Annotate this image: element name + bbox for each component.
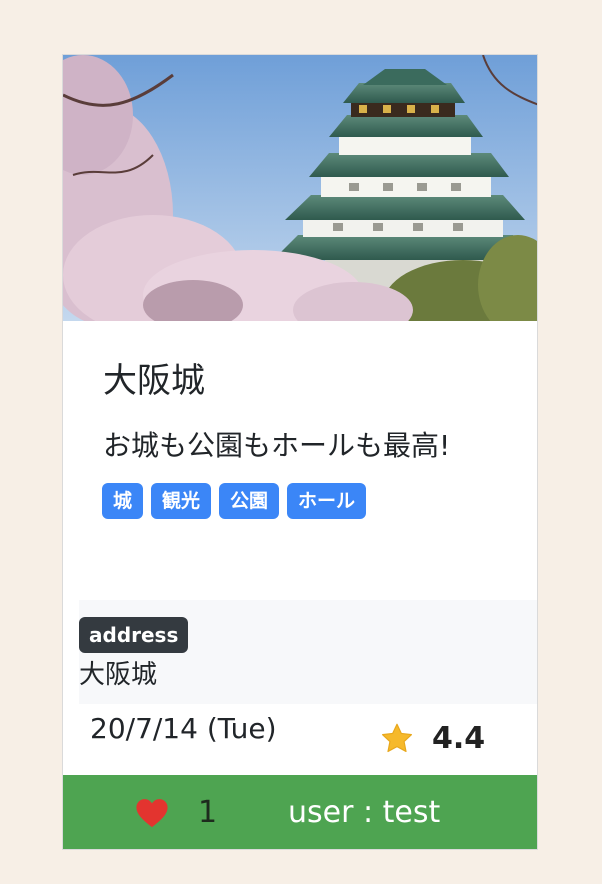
card-footer: 1 user : test xyxy=(63,775,537,849)
tag-badge[interactable]: 城 xyxy=(102,483,144,519)
author-user: user : test xyxy=(288,795,441,830)
star-icon xyxy=(382,723,412,753)
spot-card[interactable]: 大阪城 お城も公園もホールも最高! 城 観光 公園 ホール address 大阪… xyxy=(62,54,538,850)
tag-badge[interactable]: ホール xyxy=(287,483,367,519)
card-description: お城も公園もホールも最高! xyxy=(103,429,451,462)
address-value: 大阪城 xyxy=(79,660,158,690)
card-title: 大阪城 xyxy=(103,361,205,401)
tag-badge[interactable]: 公園 xyxy=(219,483,280,519)
tag-list: 城 観光 公園 ホール xyxy=(102,483,367,519)
address-label-badge: address xyxy=(79,617,189,653)
address-section: address 大阪城 xyxy=(79,600,537,704)
rating: 4.4 xyxy=(379,721,485,757)
heart-icon[interactable] xyxy=(135,797,169,829)
osaka-castle-photo xyxy=(63,55,537,321)
visit-date: 20/7/14 (Tue) xyxy=(90,712,277,745)
rating-value: 4.4 xyxy=(432,721,486,756)
tag-badge[interactable]: 観光 xyxy=(151,483,212,519)
like-count: 1 xyxy=(198,795,218,830)
